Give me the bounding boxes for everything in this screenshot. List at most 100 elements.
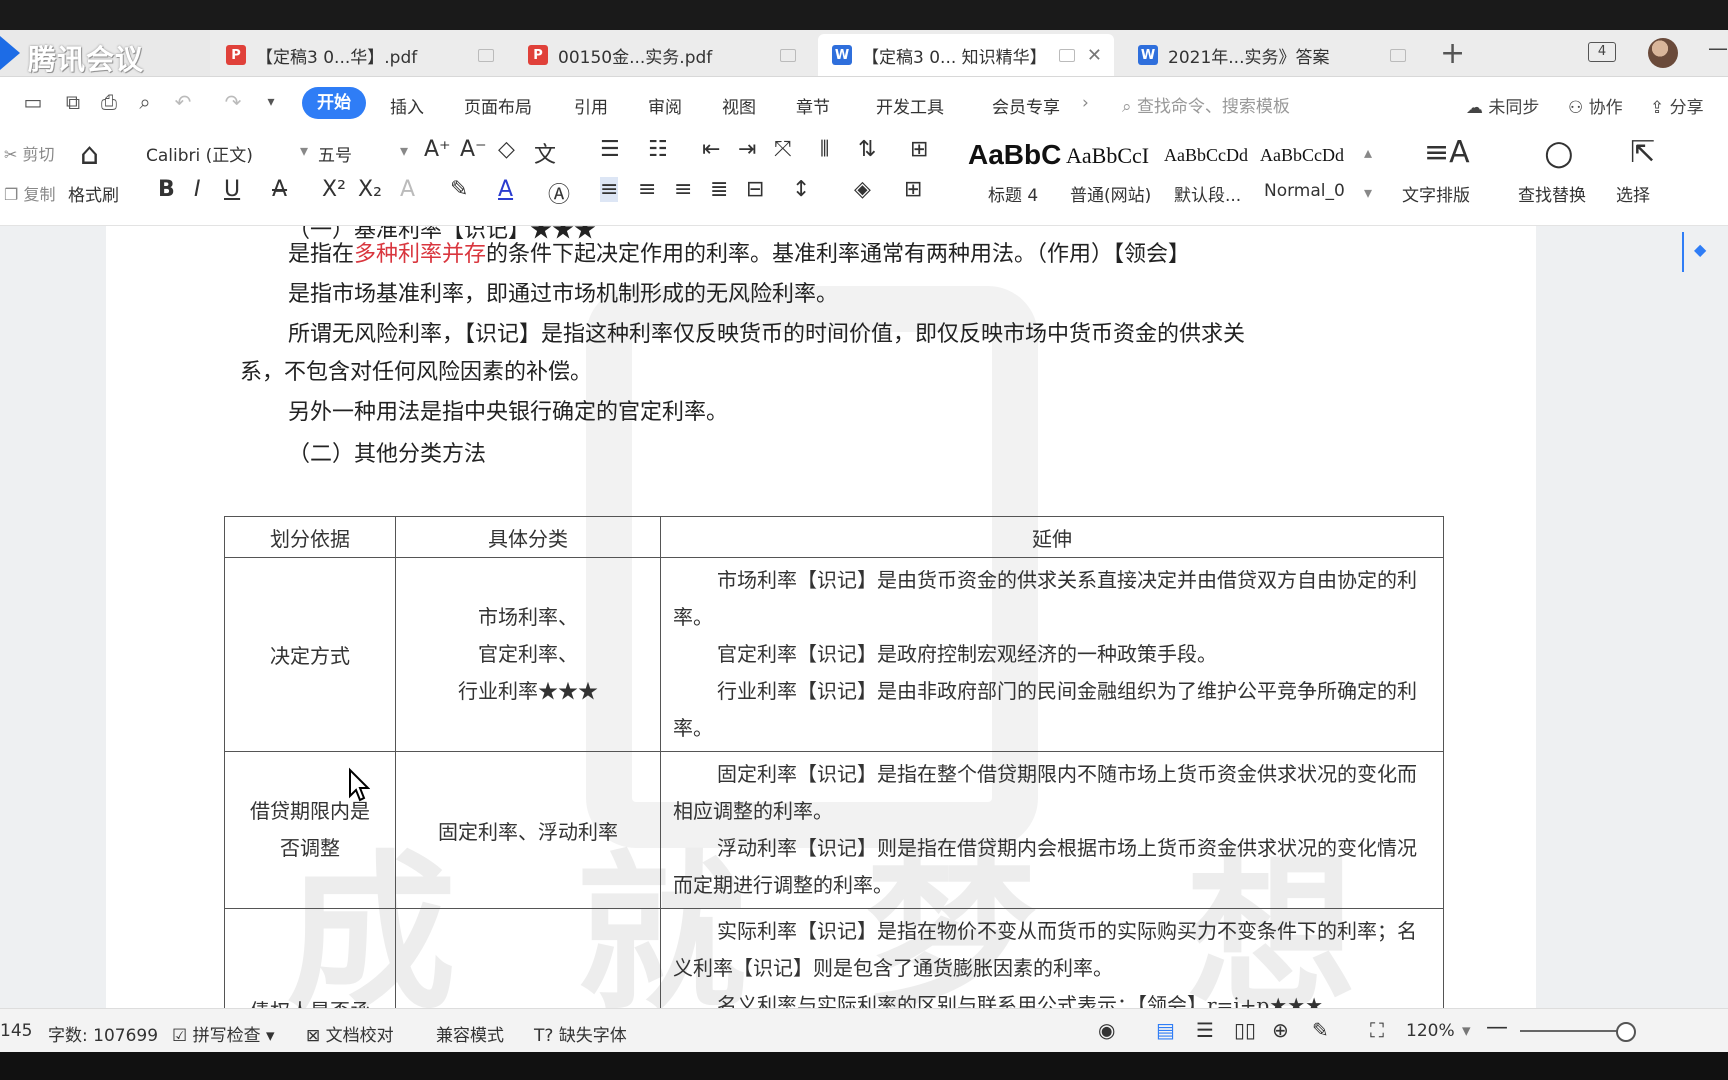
styles-scroll-down-icon[interactable]: ▾ bbox=[1364, 183, 1372, 202]
read-mode-icon[interactable]: ▯▯ bbox=[1234, 1018, 1256, 1042]
bullets-icon[interactable]: ☰ bbox=[600, 137, 620, 162]
menu-references[interactable]: 引用 bbox=[574, 93, 608, 118]
zoom-out-icon[interactable]: — bbox=[1486, 1015, 1508, 1040]
quick-access-dropdown-icon[interactable]: ▾ bbox=[260, 91, 282, 113]
borders-icon[interactable]: ⊞ bbox=[904, 177, 922, 202]
copy-button[interactable]: ❐ 复制 bbox=[4, 181, 55, 205]
fit-page-icon[interactable]: ⛶ bbox=[1370, 1018, 1384, 1042]
category-cell[interactable]: 市场利率、 官定利率、 行业利率★★★ bbox=[395, 557, 661, 752]
font-size-select[interactable]: 五号 bbox=[318, 141, 352, 166]
compat-mode-label[interactable]: 兼容模式 bbox=[436, 1021, 504, 1046]
increase-indent-icon[interactable]: ⇥ bbox=[738, 137, 756, 162]
menu-home[interactable]: 开始 bbox=[302, 87, 366, 119]
align-left-icon[interactable]: ≡ bbox=[600, 177, 619, 202]
minimize-icon[interactable]: — bbox=[1708, 36, 1728, 60]
tab-pin-icon[interactable] bbox=[1390, 48, 1406, 62]
text-direction-icon[interactable]: ⫴ bbox=[820, 137, 829, 162]
menu-review[interactable]: 审阅 bbox=[648, 93, 682, 118]
table-header-cell[interactable]: 划分依据 bbox=[224, 516, 396, 558]
grow-font-icon[interactable]: A⁺ bbox=[424, 137, 451, 162]
tab-pin-icon[interactable] bbox=[780, 48, 796, 62]
pinyin-icon[interactable]: 文 bbox=[534, 137, 556, 169]
cut-button[interactable]: ✂ 剪切 bbox=[4, 141, 55, 165]
tab-pdf-1[interactable]: P 【定稿3 0...华】.pdf bbox=[212, 34, 508, 76]
table-header-cell[interactable]: 延伸 bbox=[660, 516, 1444, 558]
line-spacing-icon[interactable]: ↕ bbox=[792, 177, 810, 202]
style-heading4-preview[interactable]: AaBbC bbox=[968, 139, 1061, 171]
text-effect-icon[interactable]: A bbox=[400, 177, 415, 202]
find-replace-label[interactable]: 查找替换 bbox=[1518, 181, 1586, 206]
font-size-dropdown-icon[interactable]: ▾ bbox=[400, 141, 408, 160]
strikethrough-icon[interactable]: A bbox=[272, 177, 287, 202]
justify-icon[interactable]: ≣ bbox=[710, 177, 728, 202]
print-icon[interactable]: ⎙ bbox=[98, 91, 120, 113]
doc-proof-button[interactable]: ⊠ 文档校对 bbox=[306, 1021, 394, 1046]
basis-cell[interactable]: 债权人是否承 bbox=[224, 908, 396, 1008]
align-right-icon[interactable]: ≡ bbox=[674, 177, 692, 202]
zoom-slider[interactable] bbox=[1520, 1030, 1630, 1032]
subscript-icon[interactable]: X₂ bbox=[358, 177, 382, 202]
extension-cell[interactable]: 固定利率【识记】是指在整个借贷期限内不随市场上货币资金供求状况的变化而相应调整的… bbox=[660, 751, 1444, 909]
style-web-label[interactable]: 普通(网站) bbox=[1070, 181, 1151, 206]
style-heading4-label[interactable]: 标题 4 bbox=[988, 181, 1038, 206]
font-color-icon[interactable]: A bbox=[498, 177, 513, 202]
save-icon[interactable]: ▭ bbox=[22, 91, 44, 113]
collab-button[interactable]: ⚇ 协作 bbox=[1568, 93, 1623, 118]
menu-view[interactable]: 视图 bbox=[722, 93, 756, 118]
undo-icon[interactable]: ↶ bbox=[172, 91, 194, 113]
missing-font-button[interactable]: T? 缺失字体 bbox=[534, 1021, 627, 1046]
tab-doc-2[interactable]: W 2021年...实务》答案 bbox=[1124, 34, 1420, 76]
command-search-input[interactable]: ⌕ 查找命令、搜索模板 bbox=[1122, 92, 1290, 117]
table-header-cell[interactable]: 具体分类 bbox=[395, 516, 661, 558]
menu-member[interactable]: 会员专享 bbox=[992, 93, 1060, 118]
preview-icon[interactable]: ⌕ bbox=[134, 91, 156, 113]
style-web-preview[interactable]: AaBbCcI bbox=[1066, 143, 1149, 169]
share-button[interactable]: ⇪ 分享 bbox=[1650, 93, 1704, 118]
eye-protection-icon[interactable]: ◉ bbox=[1098, 1018, 1115, 1042]
format-painter-icon[interactable]: ⌂ bbox=[80, 137, 99, 172]
location-pin-button[interactable]: ◆ bbox=[1682, 232, 1712, 272]
tab-pdf-2[interactable]: P 00150金...实务.pdf bbox=[514, 34, 810, 76]
text-layout-icon[interactable]: ≡A bbox=[1424, 135, 1470, 170]
find-replace-icon[interactable]: ○ bbox=[1544, 133, 1574, 173]
font-name-dropdown-icon[interactable]: ▾ bbox=[300, 141, 308, 160]
document-page[interactable]: 成 就 梦 想 （一）基准利率【识记】★★★ 是指在多种利率并存的条件下起决定作… bbox=[106, 226, 1536, 1008]
shrink-font-icon[interactable]: A⁻ bbox=[460, 137, 487, 162]
style-normal-preview[interactable]: AaBbCcDd bbox=[1260, 145, 1344, 166]
zoom-dropdown-icon[interactable]: ▾ bbox=[1462, 1021, 1471, 1041]
sync-button[interactable]: ☁ 未同步 bbox=[1466, 93, 1539, 118]
word-count[interactable]: 字数: 107699 bbox=[48, 1021, 158, 1046]
tabs-count-icon[interactable]: 4 bbox=[1588, 42, 1616, 62]
basis-cell[interactable]: 决定方式 bbox=[224, 557, 396, 752]
highlight-icon[interactable]: ✎ bbox=[450, 177, 468, 202]
text-layout-label[interactable]: 文字排版 bbox=[1402, 181, 1470, 206]
superscript-icon[interactable]: X² bbox=[322, 177, 346, 202]
page-view-icon[interactable]: ▤ bbox=[1156, 1018, 1175, 1042]
decrease-indent-icon[interactable]: ⇤ bbox=[702, 137, 720, 162]
category-cell[interactable]: 固定利率、浮动利率 bbox=[395, 751, 661, 909]
export-icon[interactable]: ⧉ bbox=[62, 91, 84, 113]
underline-icon[interactable]: U bbox=[224, 177, 240, 202]
style-default-label[interactable]: 默认段... bbox=[1174, 181, 1241, 206]
outline-view-icon[interactable]: ☰ bbox=[1196, 1018, 1214, 1042]
page-number[interactable]: 145 bbox=[0, 1021, 32, 1041]
distributed-icon[interactable]: ⊟ bbox=[746, 177, 764, 202]
extension-cell[interactable]: 实际利率【识记】是指在物价不变从而货币的实际购买力不变条件下的利率；名义利率【识… bbox=[660, 908, 1444, 1008]
styles-scroll-up-icon[interactable]: ▴ bbox=[1364, 143, 1372, 162]
spell-check-button[interactable]: ☑ 拼写检查 ▾ bbox=[172, 1021, 275, 1046]
align-center-icon[interactable]: ≡ bbox=[638, 177, 656, 202]
show-marks-icon[interactable]: ⊞ bbox=[910, 137, 928, 162]
menu-insert[interactable]: 插入 bbox=[390, 93, 424, 118]
zoom-level[interactable]: 120% bbox=[1406, 1021, 1455, 1041]
menu-chapter[interactable]: 章节 bbox=[796, 93, 830, 118]
style-default-preview[interactable]: AaBbCcDd bbox=[1164, 145, 1248, 166]
chinese-layout-icon[interactable]: ⤧ bbox=[774, 137, 792, 162]
document-workspace[interactable]: 成 就 梦 想 （一）基准利率【识记】★★★ 是指在多种利率并存的条件下起决定作… bbox=[0, 226, 1728, 1008]
avatar[interactable] bbox=[1648, 38, 1678, 68]
select-cursor-icon[interactable]: ⇱ bbox=[1630, 135, 1655, 170]
tab-close-icon[interactable]: ✕ bbox=[1087, 45, 1102, 66]
style-normal-label[interactable]: Normal_0 bbox=[1264, 181, 1345, 201]
menu-developer[interactable]: 开发工具 bbox=[876, 93, 944, 118]
redo-icon[interactable]: ↷ bbox=[222, 91, 244, 113]
select-label[interactable]: 选择 bbox=[1616, 181, 1650, 206]
